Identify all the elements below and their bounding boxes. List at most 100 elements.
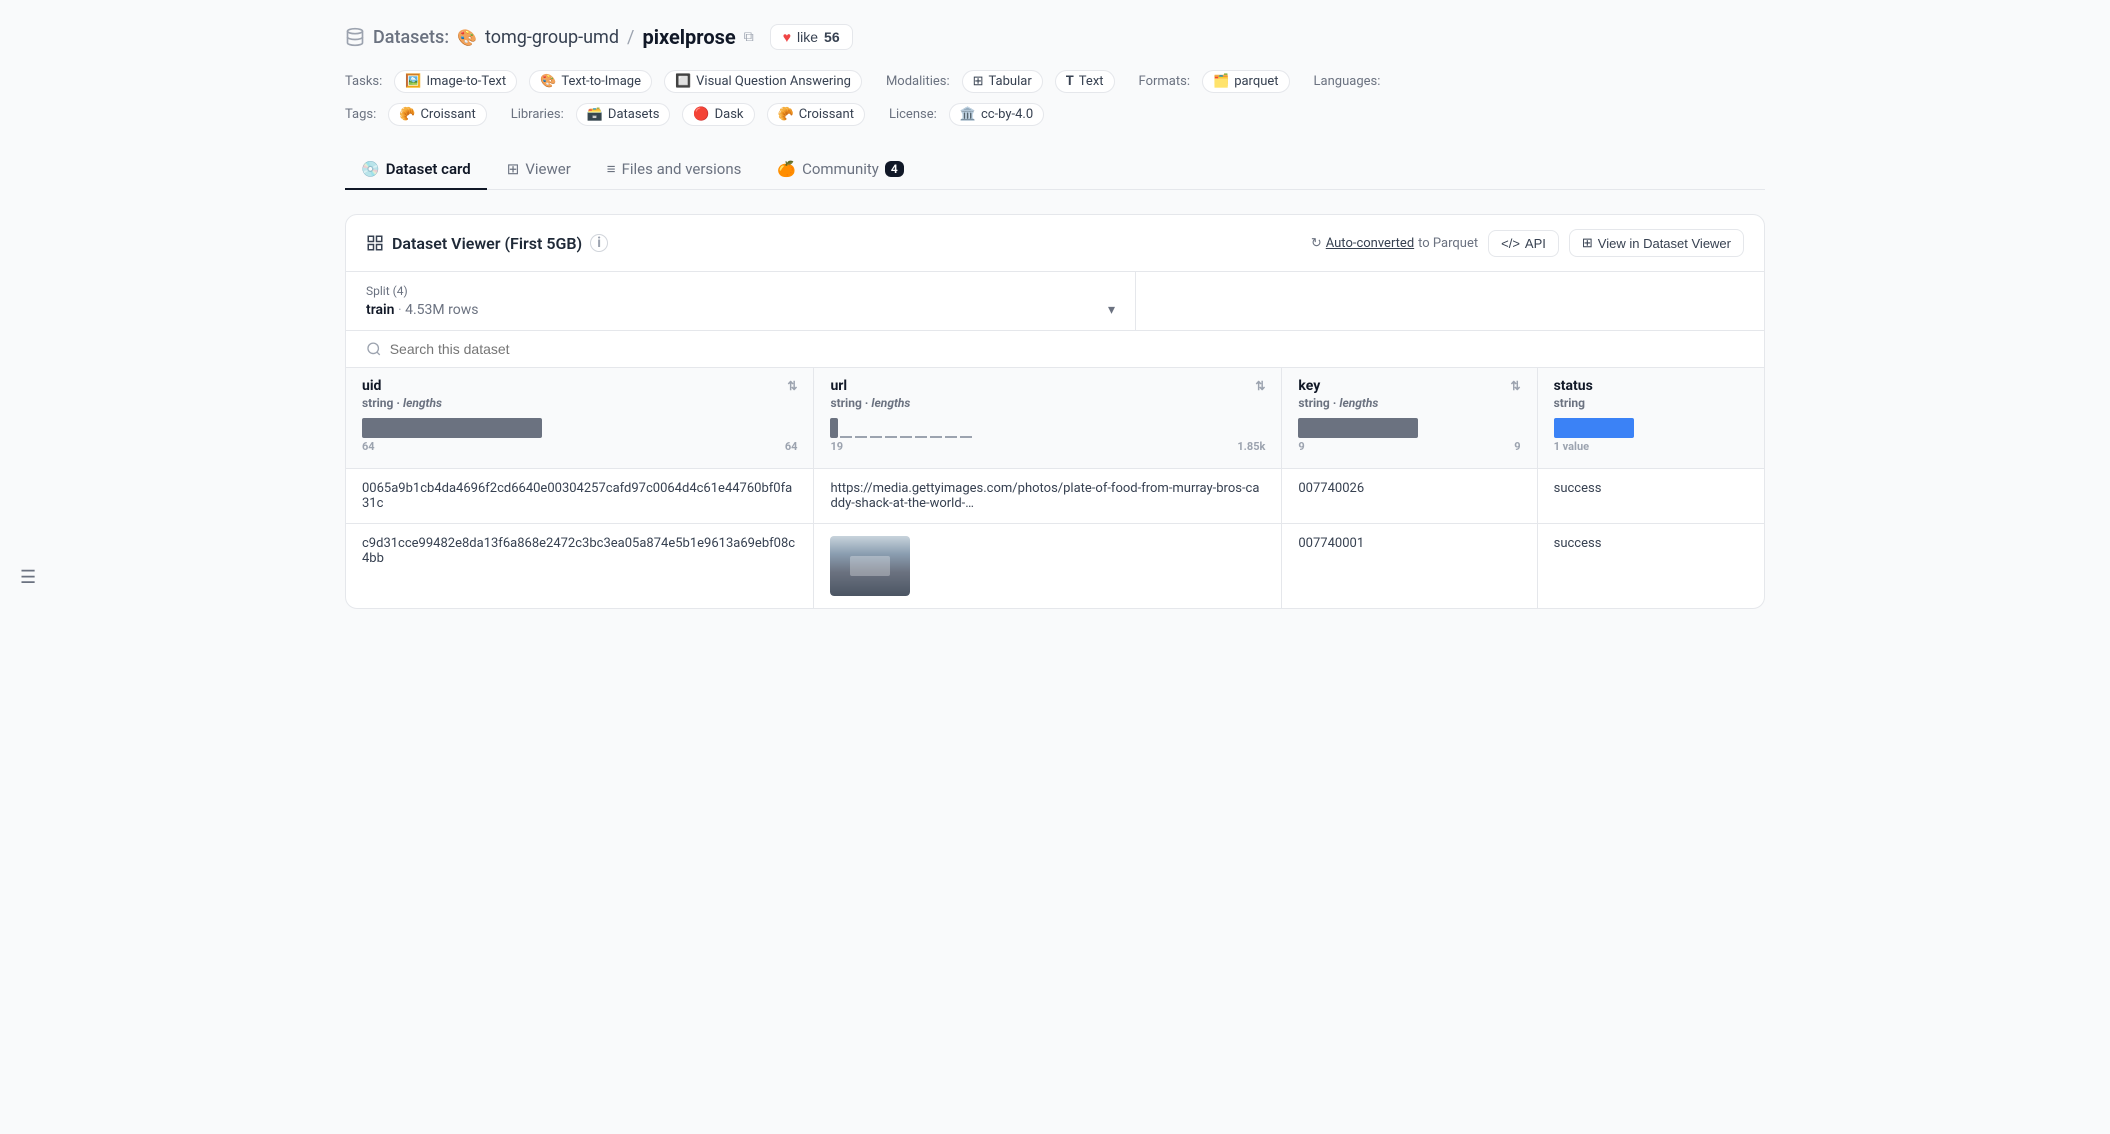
format-parquet[interactable]: 🗂️ parquet	[1202, 70, 1290, 93]
split-dropdown[interactable]: train · 4.53M rows ▾	[366, 302, 1115, 318]
vqa-label: Visual Question Answering	[696, 74, 851, 89]
dask-label: Dask	[715, 107, 744, 122]
viewer-title: Dataset Viewer (First 5GB) i	[366, 234, 608, 253]
image-to-text-label: Image-to-Text	[426, 74, 506, 89]
api-label: API	[1525, 236, 1546, 251]
vqa-icon: 🔲	[675, 74, 691, 89]
tags-row: Tags: 🥐 Croissant Libraries: 🗃️ Datasets…	[345, 103, 1765, 126]
datasets-label: Datasets:	[373, 27, 449, 48]
viewer-title-text: Dataset Viewer (First 5GB)	[392, 234, 582, 253]
dataset-card-icon: 💿	[361, 160, 380, 178]
text-to-image-icon: 🎨	[540, 74, 556, 89]
text-to-image-label: Text-to-Image	[561, 74, 641, 89]
tasks-row: Tasks: 🖼️ Image-to-Text 🎨 Text-to-Image …	[345, 70, 1765, 93]
tags-label: Tags:	[345, 107, 376, 122]
uid-bar-chart: 64 64	[362, 418, 797, 458]
task-text-to-image[interactable]: 🎨 Text-to-Image	[529, 70, 652, 93]
url-bar-chart: 19 1.85k	[830, 418, 1265, 458]
table-row: 0065a9b1cb4da4696f2cd6640e00304257cafd97…	[346, 469, 1764, 524]
tag-croissant[interactable]: 🥐 Croissant	[388, 103, 486, 126]
database-icon	[345, 27, 365, 47]
repo-name[interactable]: pixelprose	[642, 25, 735, 49]
library-croissant[interactable]: 🥐 Croissant	[767, 103, 865, 126]
info-icon[interactable]: i	[590, 234, 608, 252]
status-bar-chart: 1 value	[1554, 418, 1748, 458]
task-vqa[interactable]: 🔲 Visual Question Answering	[664, 70, 862, 93]
license-label: License:	[889, 107, 937, 122]
heart-icon: ♥	[783, 29, 791, 45]
external-icon: ⊞	[1582, 235, 1593, 251]
col-uid-type: string · lengths	[362, 396, 797, 410]
library-datasets[interactable]: 🗃️ Datasets	[576, 103, 671, 126]
like-count: 56	[824, 29, 840, 45]
to-parquet-text: to Parquet	[1418, 236, 1478, 251]
image-to-text-icon: 🖼️	[405, 74, 421, 89]
datasets-icon: 🗃️	[587, 107, 603, 122]
task-image-to-text[interactable]: 🖼️ Image-to-Text	[394, 70, 517, 93]
col-uid-label: uid	[362, 378, 381, 394]
files-icon: ≡	[607, 160, 616, 178]
license-value[interactable]: 🏛️ cc-by-4.0	[949, 103, 1044, 126]
viewer-icon: ⊞	[507, 160, 520, 178]
tab-viewer[interactable]: ⊞ Viewer	[491, 150, 587, 190]
view-label: View in Dataset Viewer	[1598, 236, 1731, 251]
libraries-label: Libraries:	[511, 107, 564, 122]
url-dashes	[840, 436, 972, 438]
tab-files-versions[interactable]: ≡ Files and versions	[591, 150, 758, 190]
search-input[interactable]	[390, 341, 1744, 357]
org-icon: 🎨	[457, 28, 477, 47]
col-status-label: status	[1554, 378, 1593, 394]
modalities-label: Modalities:	[886, 74, 950, 89]
license-icon: 🏛️	[960, 107, 976, 122]
code-icon: </>	[1501, 236, 1520, 251]
row2-url-cell	[830, 536, 1265, 596]
row2-thumbnail	[830, 536, 910, 596]
row2-key: 007740001	[1282, 524, 1537, 609]
key-bar	[1298, 418, 1418, 438]
languages-label: Languages:	[1314, 74, 1381, 89]
grid-icon	[366, 234, 384, 252]
uid-sort-icon[interactable]: ⇅	[787, 379, 797, 393]
url-sort-icon[interactable]: ⇅	[1255, 379, 1265, 393]
text-modality-label: Text	[1079, 74, 1104, 89]
uid-bar-labels: 64 64	[362, 440, 797, 453]
row1-key: 007740026	[1282, 469, 1537, 524]
copy-icon[interactable]: ⧉	[744, 29, 754, 45]
split-right-panel	[1136, 272, 1764, 330]
text-modality-icon: T	[1066, 74, 1074, 89]
split-section: Split (4) train · 4.53M rows ▾	[346, 272, 1764, 331]
key-sort-icon[interactable]: ⇅	[1511, 379, 1521, 393]
col-uid: uid ⇅ string · lengths 64 64	[346, 368, 814, 469]
modality-text[interactable]: T Text	[1055, 70, 1115, 93]
hamburger-menu[interactable]: ☰	[20, 567, 36, 588]
library-dask[interactable]: 🔴 Dask	[682, 103, 754, 126]
croissant-label-lib: Croissant	[799, 107, 854, 122]
org-name[interactable]: tomg-group-umd	[485, 27, 619, 48]
url-bar-labels: 19 1.85k	[830, 440, 1265, 453]
tab-dataset-card[interactable]: 💿 Dataset card	[345, 150, 487, 190]
split-count-label: Split (4)	[366, 284, 1115, 298]
breadcrumb: Datasets: 🎨 tomg-group-umd / pixelprose …	[345, 24, 1765, 50]
refresh-icon: ↻	[1311, 236, 1322, 251]
row1-uid: 0065a9b1cb4da4696f2cd6640e00304257cafd97…	[346, 469, 814, 524]
search-icon	[366, 341, 382, 357]
view-in-dataset-viewer-button[interactable]: ⊞ View in Dataset Viewer	[1569, 229, 1744, 257]
split-selector[interactable]: Split (4) train · 4.53M rows ▾	[346, 272, 1136, 330]
api-button[interactable]: </> API	[1488, 230, 1559, 257]
tabs-nav: 💿 Dataset card ⊞ Viewer ≡ Files and vers…	[345, 150, 1765, 190]
viewer-header: Dataset Viewer (First 5GB) i ↻ Auto-conv…	[346, 215, 1764, 272]
croissant-label-tag: Croissant	[420, 107, 475, 122]
like-button[interactable]: ♥ like 56	[770, 24, 853, 50]
croissant-icon-tag: 🥐	[399, 107, 415, 122]
split-rows: 4.53M rows	[405, 302, 478, 318]
modality-tabular[interactable]: ⊞ Tabular	[962, 70, 1043, 93]
tabular-label: Tabular	[989, 74, 1032, 89]
auto-converted-link[interactable]: Auto-converted	[1326, 236, 1414, 251]
col-url: url ⇅ string · lengths	[814, 368, 1282, 469]
col-status-type: string	[1554, 396, 1748, 410]
key-bar-labels: 9 9	[1298, 440, 1520, 453]
community-icon: 🍊	[777, 160, 796, 178]
like-label: like	[797, 29, 818, 45]
parquet-label: parquet	[1234, 74, 1278, 89]
tab-community[interactable]: 🍊 Community 4	[761, 150, 919, 190]
